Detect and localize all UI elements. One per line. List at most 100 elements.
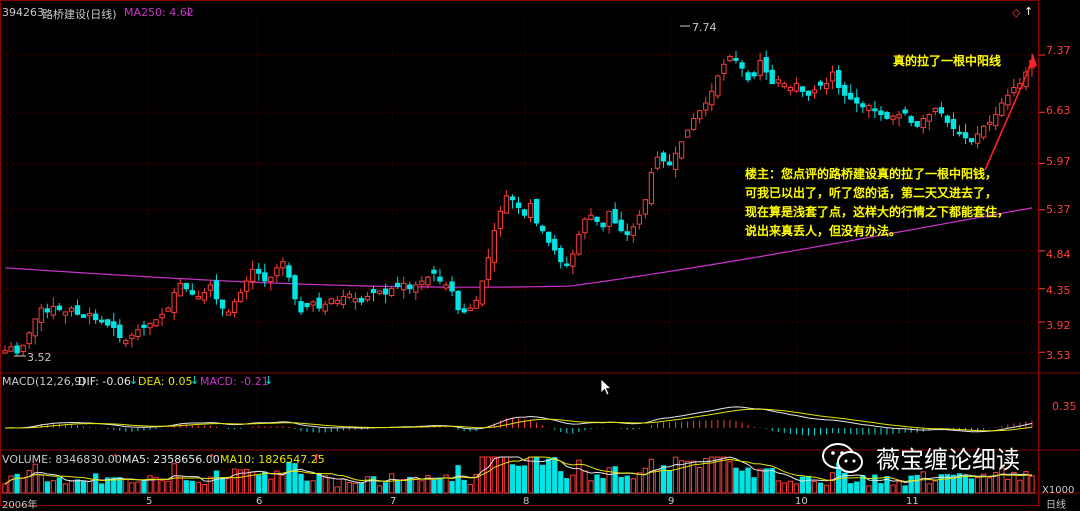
volume-bar	[44, 481, 50, 494]
volume-bar	[20, 477, 26, 494]
candle-body	[159, 313, 165, 319]
period-label[interactable]: 日线	[1046, 496, 1066, 511]
candle-body	[237, 292, 244, 303]
candle-body	[503, 195, 510, 214]
candle-body	[298, 301, 304, 313]
mouse-cursor-icon	[600, 378, 612, 396]
candle-body	[600, 222, 606, 228]
price-tick: 4.35	[1046, 284, 1071, 297]
candle-body	[781, 83, 787, 88]
candle-body	[564, 263, 570, 267]
candle-body	[533, 198, 540, 224]
watermark: 薇宝缠论细读	[820, 440, 1020, 475]
macd-dif: DIF: -0.06	[78, 375, 131, 388]
wechat-icon	[822, 442, 863, 473]
stock-chart-panel: 394263 路桥建设(日线) MA250: 4.62 ↓ ◇ ↑ 7.74 3…	[0, 0, 1080, 511]
volume-bar	[962, 474, 969, 494]
volume-bar	[352, 482, 359, 494]
candle-body	[129, 334, 135, 339]
pin-icon[interactable]: ↑	[1024, 5, 1033, 18]
price-tick: 6.63	[1046, 104, 1071, 117]
candle-body	[775, 79, 781, 84]
candle-body	[799, 86, 806, 92]
candle-body	[68, 307, 75, 312]
candle-body	[558, 247, 564, 263]
volume-bar	[527, 456, 534, 494]
volume-bar	[364, 476, 371, 494]
candle-body	[292, 275, 298, 300]
stock-code: 394263	[2, 6, 44, 19]
low-price-marker: 3.52	[27, 351, 52, 364]
candle-body	[999, 102, 1005, 116]
candle-body	[497, 210, 504, 229]
macd-dif-down-icon: ↓	[129, 374, 139, 387]
candle-body	[99, 319, 105, 323]
candle-body	[854, 97, 860, 104]
candle-body	[183, 282, 189, 290]
volume-bar	[455, 465, 461, 494]
volume-bar	[280, 474, 286, 494]
candle-body	[570, 253, 576, 267]
volume-bar	[630, 478, 636, 494]
watermark-text: 薇宝缠论细读	[876, 446, 1020, 474]
candle-body	[576, 234, 582, 255]
candle-body	[539, 225, 546, 232]
volume-bar	[141, 480, 147, 494]
high-price-marker: 7.74	[692, 21, 717, 34]
volume-bar	[539, 464, 546, 494]
x-label: 11	[906, 496, 919, 507]
annotation-line: 现在算是浅套了点，这样大的行情之下都能套住，	[745, 205, 1010, 219]
volume-value: VOLUME: 8346830.00	[2, 453, 122, 466]
volume-bar	[86, 480, 93, 494]
candle-body	[866, 104, 872, 112]
candle-body	[201, 292, 208, 301]
candle-body	[364, 295, 371, 301]
volume-bar	[829, 472, 836, 494]
volume-bar	[848, 483, 854, 494]
volume-bar	[552, 457, 558, 494]
volume-ma10: MA10: 1826547.25	[220, 453, 325, 466]
volume-bar	[582, 470, 588, 494]
volume-bar	[213, 470, 220, 494]
volume-bar	[38, 474, 44, 494]
candle-body	[8, 346, 14, 352]
candle-body	[407, 284, 413, 290]
volume-unit: X1000	[1042, 485, 1075, 496]
volume-bar	[177, 475, 183, 494]
volume-bar	[781, 482, 787, 494]
settings-diamond-icon[interactable]: ◇	[1012, 6, 1020, 19]
volume-bar	[1029, 475, 1035, 494]
volume-bar	[727, 460, 733, 494]
candle-body	[521, 209, 528, 216]
candle-body	[817, 81, 824, 86]
candle-body	[842, 84, 848, 96]
candle-body	[962, 132, 969, 139]
candle-body	[618, 219, 624, 232]
candle-body	[473, 299, 479, 309]
candle-body	[346, 293, 353, 298]
volume-bar	[74, 479, 81, 494]
volume-bar	[159, 480, 165, 494]
volume-bar	[678, 460, 685, 494]
candle-body	[606, 210, 612, 227]
volume-bar	[691, 460, 697, 494]
candle-body	[189, 290, 195, 295]
candle-body	[431, 269, 437, 274]
annotation-line: 楼主：您点评的路桥建设真的拉了一根中阳钱，	[745, 167, 998, 181]
candle-body	[515, 202, 522, 208]
volume-bar	[588, 480, 594, 494]
volume-bar	[497, 456, 504, 494]
volume-bar	[68, 480, 75, 494]
volume-bar	[304, 480, 310, 494]
candle-body	[443, 284, 449, 289]
candle-body	[715, 75, 721, 97]
candle-body	[660, 152, 667, 162]
volume-bar	[570, 474, 576, 494]
candle-body	[703, 102, 709, 111]
candle-body	[449, 281, 455, 292]
volume-bar	[823, 484, 830, 494]
volume-bar	[322, 475, 328, 494]
candle-body	[340, 295, 346, 305]
candle-body	[153, 319, 159, 327]
candle-body	[636, 214, 642, 225]
